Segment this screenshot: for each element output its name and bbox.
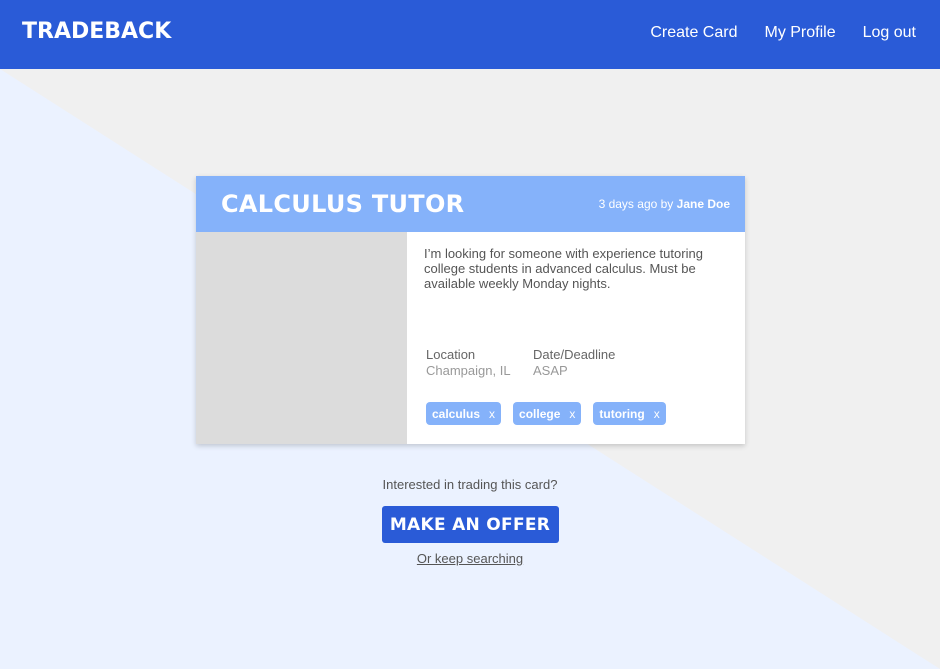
tag-tutoring: tutoring x [593,402,666,425]
deadline-value: ASAP [533,363,568,378]
deadline-label: Date/Deadline [533,347,616,362]
nav-log-out-link[interactable]: Log out [863,24,916,42]
location-value: Champaign, IL [426,363,511,378]
navbar: TRADEBACK Create Card My Profile Log out [0,0,940,69]
card-description: I’m looking for someone with experience … [424,246,703,291]
location-label: Location [426,347,476,362]
card-posted-time: 3 days ago by [598,197,674,211]
tag-label: calculus [432,406,481,421]
card-author-link[interactable]: Jane Doe [677,197,730,211]
card-meta: 3 days ago by Jane Doe [599,197,730,211]
deadline-field: Date/Deadline ASAP [533,347,615,379]
nav-links: Create Card My Profile Log out [650,24,916,42]
keep-searching-link[interactable]: Or keep searching [0,551,940,566]
tag-calculus: calculus x [426,402,502,425]
card-image-placeholder [196,232,407,444]
card-header: CALCULUS TUTOR 3 days ago by Jane Doe [196,176,745,232]
nav-my-profile-link[interactable]: My Profile [764,24,835,42]
tag-label: tutoring [599,406,645,421]
offer-section: Interested in trading this card? MAKE AN… [0,477,940,566]
tag-list: calculus x college x tutoring x [426,402,666,425]
offer-question: Interested in trading this card? [382,477,558,492]
tag-remove-icon[interactable]: x [654,407,660,421]
make-offer-button[interactable]: MAKE AN OFFER [381,506,559,543]
tag-label: college [519,406,561,421]
app-logo[interactable]: TRADEBACK [22,19,171,44]
trade-card: CALCULUS TUTOR 3 days ago by Jane Doe I’… [196,176,745,444]
location-field: Location Champaign, IL [426,347,511,379]
tag-remove-icon[interactable]: x [489,407,495,421]
tag-remove-icon[interactable]: x [569,407,575,421]
nav-create-card-link[interactable]: Create Card [650,24,737,42]
tag-college: college x [513,402,582,425]
card-title: CALCULUS TUTOR [221,190,465,218]
